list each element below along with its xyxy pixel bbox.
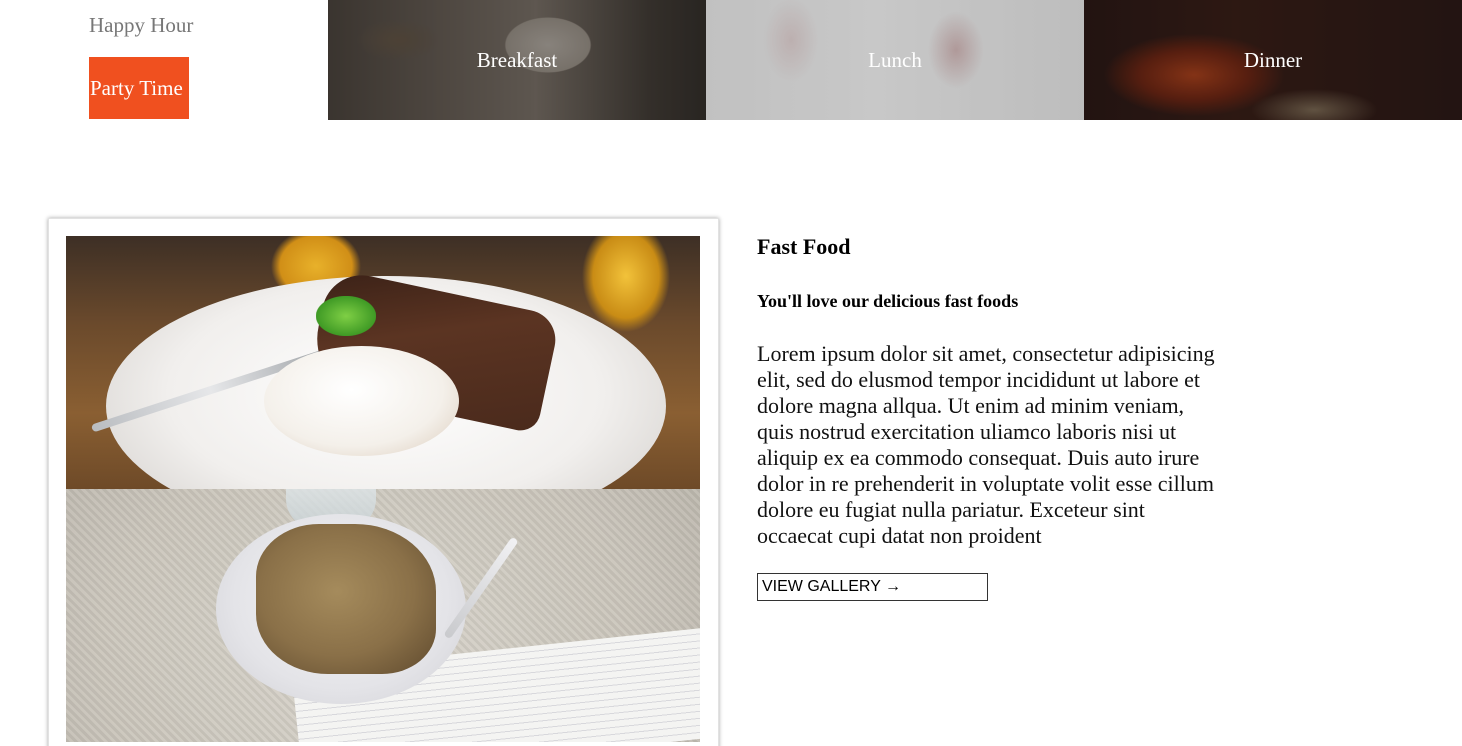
photo-card bbox=[48, 218, 719, 746]
dessert-photo-chocolate-cake bbox=[66, 236, 700, 489]
feature-body: Lorem ipsum dolor sit amet, consectetur … bbox=[757, 341, 1215, 548]
feature-title: Fast Food bbox=[757, 234, 851, 259]
menu-link-party-time[interactable]: Party Time bbox=[89, 57, 189, 119]
dessert-photo-sponge-cake bbox=[66, 489, 700, 742]
meal-tile-breakfast[interactable]: Breakfast bbox=[328, 0, 706, 120]
side-menu: Happy Hour Party Time bbox=[0, 0, 328, 120]
menu-link-happy-hour[interactable]: Happy Hour bbox=[89, 10, 193, 40]
mint-garnish bbox=[316, 296, 376, 336]
meal-tile-lunch[interactable]: Lunch bbox=[706, 0, 1084, 120]
meal-tiles: Breakfast Lunch Dinner bbox=[328, 0, 1462, 120]
feature-subtitle: You'll love our delicious fast foods bbox=[757, 291, 1019, 311]
meal-tile-label: Breakfast bbox=[476, 47, 558, 72]
view-gallery-button[interactable]: VIEW GALLERY → bbox=[757, 573, 988, 601]
page: Happy Hour Party Time Breakfast Lunch Di… bbox=[0, 0, 1462, 746]
whipped-cream bbox=[264, 346, 459, 456]
meal-tile-label: Dinner bbox=[1243, 47, 1303, 72]
feature-section: Fast Food You'll love our delicious fast… bbox=[757, 233, 1227, 601]
sponge-cake bbox=[256, 524, 436, 674]
meal-tile-label: Lunch bbox=[868, 47, 922, 72]
meal-tile-dinner[interactable]: Dinner bbox=[1084, 0, 1462, 120]
